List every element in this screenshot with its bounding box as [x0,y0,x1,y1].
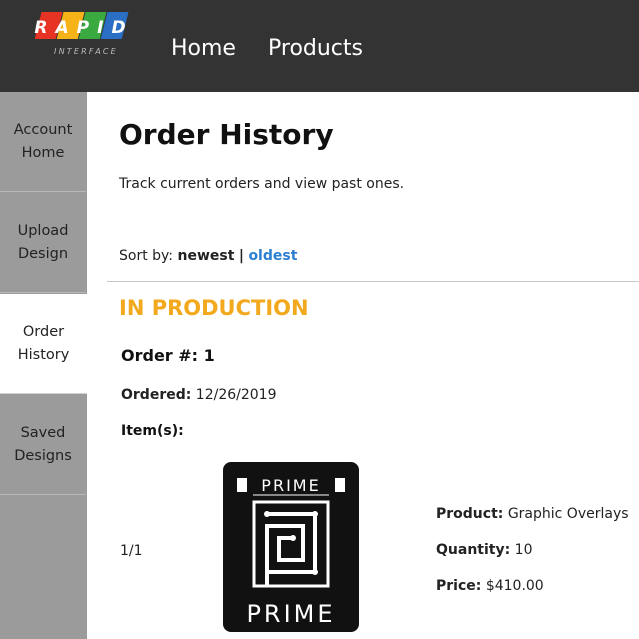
ordered-label: Ordered: [121,387,192,403]
order-number: Order #: 1 [121,346,215,365]
product-label: Product: [436,506,504,522]
quantity-label: Quantity: [436,542,511,558]
sidebar: Account Home Upload Design Order History… [0,92,87,639]
product-value: Graphic Overlays [507,506,629,522]
items-label: Item(s): [121,423,184,439]
quantity-value: 10 [514,542,533,558]
order-date: Ordered: 12/26/2019 [121,387,277,403]
rapid-interface-logo[interactable]: RAPID INTERFACE [28,10,140,60]
ordered-value: 12/26/2019 [195,387,277,403]
sidebar-item-account-home[interactable]: Account Home [0,92,86,192]
nav-products-link[interactable]: Products [268,36,363,61]
quantity-detail: Quantity: 10 [436,542,532,558]
nav-home-link[interactable]: Home [171,36,236,61]
sidebar-item-label: Saved Designs [14,424,72,464]
page-subtitle: Track current orders and view past ones. [119,176,405,192]
svg-text:PRIME: PRIME [261,476,320,495]
svg-text:RAPID: RAPID [34,18,133,38]
product-detail: Product: Graphic Overlays [436,506,629,522]
section-divider [107,281,639,282]
item-index: 1/1 [120,543,143,559]
sort-option-oldest[interactable]: oldest [248,248,297,264]
product-thumbnail-image[interactable]: PRIME PRIME [223,462,359,632]
sidebar-item-label: Account Home [13,121,73,161]
sidebar-item-order-history[interactable]: Order History [0,294,87,394]
sort-option-newest[interactable]: newest [177,248,234,264]
sidebar-item-label: Upload Design [17,222,69,262]
page-title: Order History [119,118,334,151]
main-content: Order History Track current orders and v… [87,92,639,639]
price-detail: Price: $410.00 [436,578,544,594]
svg-text:PRIME: PRIME [246,600,335,628]
sidebar-item-label: Order History [17,323,70,363]
sidebar-item-upload-design[interactable]: Upload Design [0,193,86,293]
sort-controls: Sort by: newest | oldest [119,248,297,264]
sort-label: Sort by: [119,248,174,264]
sidebar-item-saved-designs[interactable]: Saved Designs [0,395,86,495]
section-title-in-production: IN PRODUCTION [119,296,309,320]
price-value: $410.00 [485,578,544,594]
price-label: Price: [436,578,482,594]
svg-text:INTERFACE: INTERFACE [54,47,118,56]
sort-separator: | [238,248,244,264]
top-header: RAPID INTERFACE Home Products [0,0,639,92]
